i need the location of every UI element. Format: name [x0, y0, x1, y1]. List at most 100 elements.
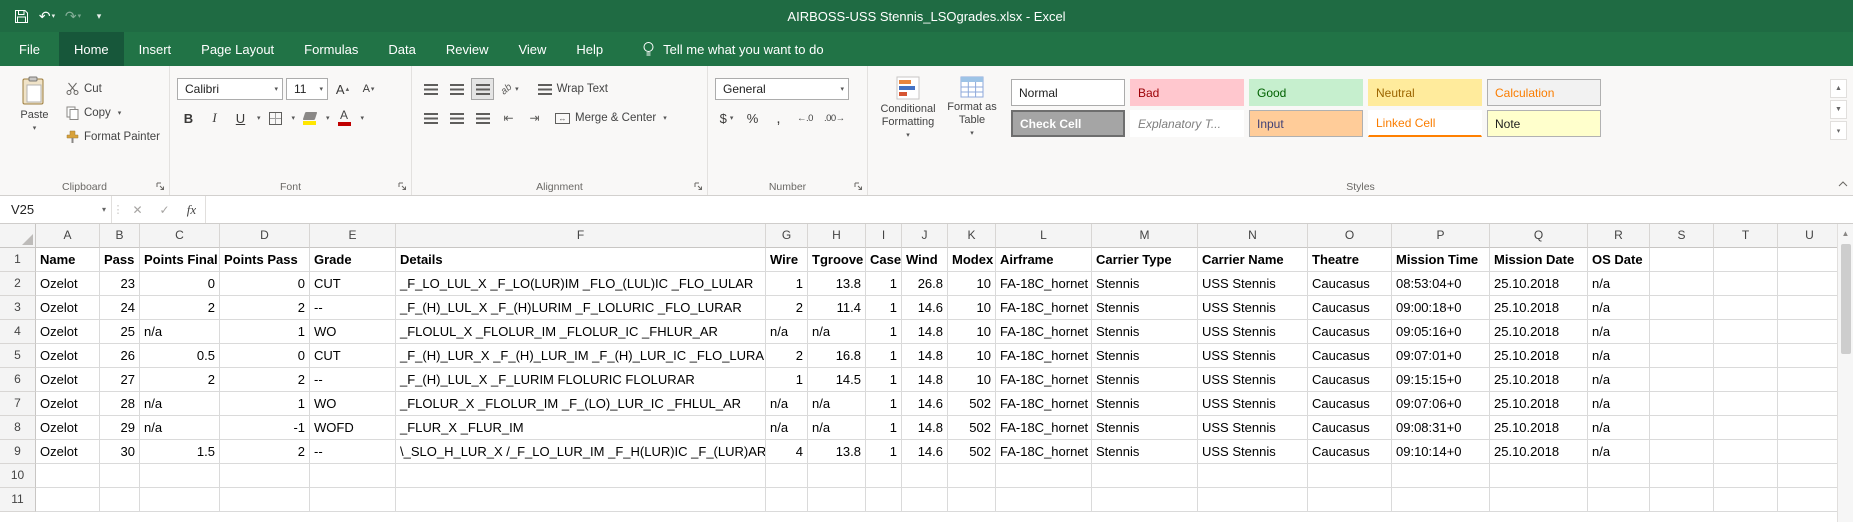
- cell-T4[interactable]: [1714, 320, 1778, 344]
- cell-J10[interactable]: [902, 464, 948, 488]
- cell-D8[interactable]: -1: [220, 416, 310, 440]
- cell-S10[interactable]: [1650, 464, 1714, 488]
- copy-button[interactable]: Copy ▾: [62, 102, 164, 123]
- tab-insert[interactable]: Insert: [124, 32, 187, 66]
- cell-Q8[interactable]: 25.10.2018: [1490, 416, 1588, 440]
- cell-O9[interactable]: Caucasus: [1308, 440, 1392, 464]
- column-header-O[interactable]: O: [1308, 224, 1392, 248]
- cell-P9[interactable]: 09:10:14+0: [1392, 440, 1490, 464]
- cell-J9[interactable]: 14.6: [902, 440, 948, 464]
- cell-R4[interactable]: n/a: [1588, 320, 1650, 344]
- cell-P4[interactable]: 09:05:16+0: [1392, 320, 1490, 344]
- currency-dropdown-icon[interactable]: ▾: [730, 114, 734, 122]
- cancel-button[interactable]: ✕: [124, 196, 151, 223]
- cell-L3[interactable]: FA-18C_hornet: [996, 296, 1092, 320]
- bottom-align-button[interactable]: [471, 78, 494, 100]
- top-align-button[interactable]: [419, 78, 442, 100]
- cell-P7[interactable]: 09:07:06+0: [1392, 392, 1490, 416]
- row-header-10[interactable]: 10: [0, 464, 36, 488]
- cell-E4[interactable]: WO: [310, 320, 396, 344]
- undo-button[interactable]: ↶ ▾: [36, 4, 58, 28]
- cell-J3[interactable]: 14.6: [902, 296, 948, 320]
- font-name-select[interactable]: Calibri ▾: [177, 78, 283, 100]
- cell-L6[interactable]: FA-18C_hornet: [996, 368, 1092, 392]
- cell-H10[interactable]: [808, 464, 866, 488]
- increase-decimal-button[interactable]: ←.0: [793, 107, 817, 129]
- cell-H9[interactable]: 13.8: [808, 440, 866, 464]
- cell-D3[interactable]: 2: [220, 296, 310, 320]
- font-size-select[interactable]: 11 ▾: [286, 78, 328, 100]
- cell-U8[interactable]: [1778, 416, 1842, 440]
- cell-B4[interactable]: 25: [100, 320, 140, 344]
- tab-page-layout[interactable]: Page Layout: [186, 32, 289, 66]
- cell-Q2[interactable]: 25.10.2018: [1490, 272, 1588, 296]
- cell-Q7[interactable]: 25.10.2018: [1490, 392, 1588, 416]
- paste-dropdown-icon[interactable]: ▾: [33, 125, 37, 132]
- cell-N2[interactable]: USS Stennis: [1198, 272, 1308, 296]
- cell-B6[interactable]: 27: [100, 368, 140, 392]
- column-header-P[interactable]: P: [1392, 224, 1490, 248]
- style-check-cell[interactable]: Check Cell: [1011, 110, 1125, 137]
- cell-K3[interactable]: 10: [948, 296, 996, 320]
- cell-B7[interactable]: 28: [100, 392, 140, 416]
- cell-H11[interactable]: [808, 488, 866, 512]
- cell-H4[interactable]: n/a: [808, 320, 866, 344]
- underline-button[interactable]: U: [229, 107, 252, 129]
- orientation-button[interactable]: ab ▾: [497, 78, 523, 100]
- cell-I3[interactable]: 1: [866, 296, 902, 320]
- column-header-D[interactable]: D: [220, 224, 310, 248]
- decrease-font-size-button[interactable]: A▾: [357, 78, 380, 100]
- cell-M7[interactable]: Stennis: [1092, 392, 1198, 416]
- cell-L11[interactable]: [996, 488, 1092, 512]
- column-header-R[interactable]: R: [1588, 224, 1650, 248]
- cell-B9[interactable]: 30: [100, 440, 140, 464]
- cell-Q3[interactable]: 25.10.2018: [1490, 296, 1588, 320]
- insert-function-button[interactable]: fx: [178, 196, 205, 223]
- cell-F8[interactable]: _FLUR_X _FLUR_IM: [396, 416, 766, 440]
- cell-I4[interactable]: 1: [866, 320, 902, 344]
- cell-M9[interactable]: Stennis: [1092, 440, 1198, 464]
- cell-F10[interactable]: [396, 464, 766, 488]
- underline-dropdown-icon[interactable]: ▾: [257, 114, 261, 122]
- wrap-text-button[interactable]: Wrap Text: [534, 79, 612, 100]
- decrease-indent-button[interactable]: ⇤: [497, 107, 520, 129]
- cell-S3[interactable]: [1650, 296, 1714, 320]
- fill-color-button[interactable]: [298, 107, 321, 129]
- collapse-ribbon-button[interactable]: [1838, 174, 1848, 192]
- style-linked-cell[interactable]: Linked Cell: [1368, 110, 1482, 137]
- cell-E11[interactable]: [310, 488, 396, 512]
- cell-G2[interactable]: 1: [766, 272, 808, 296]
- cell-C7[interactable]: n/a: [140, 392, 220, 416]
- cell-B8[interactable]: 29: [100, 416, 140, 440]
- cell-P11[interactable]: [1392, 488, 1490, 512]
- cell-F5[interactable]: _F_(H)_LUR_X _F_(H)_LUR_IM _F_(H)_LUR_IC…: [396, 344, 766, 368]
- cell-P5[interactable]: 09:07:01+0: [1392, 344, 1490, 368]
- cell-C3[interactable]: 2: [140, 296, 220, 320]
- cell-T2[interactable]: [1714, 272, 1778, 296]
- copy-dropdown-icon[interactable]: ▾: [118, 109, 122, 117]
- cell-P8[interactable]: 09:08:31+0: [1392, 416, 1490, 440]
- scrollbar-thumb[interactable]: [1841, 244, 1851, 354]
- style-bad[interactable]: Bad: [1130, 79, 1244, 106]
- cell-N4[interactable]: USS Stennis: [1198, 320, 1308, 344]
- cell-E5[interactable]: CUT: [310, 344, 396, 368]
- cell-Q9[interactable]: 25.10.2018: [1490, 440, 1588, 464]
- cell-M6[interactable]: Stennis: [1092, 368, 1198, 392]
- increase-font-size-button[interactable]: A▴: [331, 78, 354, 100]
- cell-J11[interactable]: [902, 488, 948, 512]
- cell-T8[interactable]: [1714, 416, 1778, 440]
- gallery-more-button[interactable]: ▾: [1830, 121, 1847, 140]
- cell-C5[interactable]: 0.5: [140, 344, 220, 368]
- conditional-formatting-button[interactable]: Conditional Formatting ▾: [875, 71, 941, 139]
- cell-K6[interactable]: 10: [948, 368, 996, 392]
- fill-color-dropdown-icon[interactable]: ▾: [326, 114, 330, 122]
- cell-F9[interactable]: \_SLO_H_LUR_X /_F_LO_LUR_IM _F_H(LUR)IC …: [396, 440, 766, 464]
- cell-J1[interactable]: Wind: [902, 248, 948, 272]
- gallery-scroll-up-button[interactable]: ▲: [1830, 79, 1847, 98]
- conditional-formatting-dropdown-icon[interactable]: ▾: [906, 132, 910, 139]
- cell-G1[interactable]: Wire: [766, 248, 808, 272]
- cell-U9[interactable]: [1778, 440, 1842, 464]
- cell-R11[interactable]: [1588, 488, 1650, 512]
- cell-J4[interactable]: 14.8: [902, 320, 948, 344]
- cell-I11[interactable]: [866, 488, 902, 512]
